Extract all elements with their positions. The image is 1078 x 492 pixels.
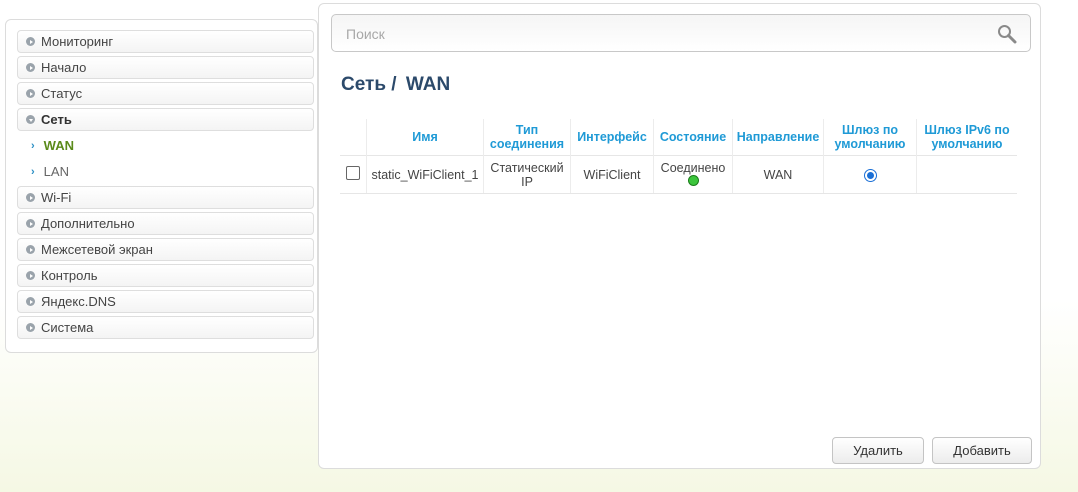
header-direction: Направление — [732, 119, 824, 156]
main-panel: Сеть / WAN Имя Тип соединения Интерфейс … — [318, 3, 1041, 469]
sidebar-item-yandex-dns[interactable]: Яндекс.DNS — [17, 290, 314, 313]
chevron-right-icon — [26, 63, 35, 72]
sidebar-menu: Мониторинг Начало Статус Сеть › WAN › LAN … — [17, 30, 314, 342]
sidebar-item-status[interactable]: Статус — [17, 82, 314, 105]
sidebar-item-label: Wi-Fi — [41, 190, 72, 205]
header-default-gw6: Шлюз IPv6 по умолчанию — [916, 119, 1017, 156]
chevron-right-icon — [26, 219, 35, 228]
chevron-right-icon — [26, 193, 35, 202]
search-icon[interactable] — [996, 23, 1018, 45]
chevron-right-icon — [26, 323, 35, 332]
search-box — [331, 14, 1031, 53]
chevron-right-icon — [26, 245, 35, 254]
chevron-right-icon — [26, 37, 35, 46]
delete-button[interactable]: Удалить — [832, 437, 924, 464]
row-default-gw-cell — [823, 155, 917, 194]
sidebar-item-start[interactable]: Начало — [17, 56, 314, 79]
row-default-gw6-cell — [916, 155, 1017, 194]
chevron-down-icon — [26, 115, 35, 124]
chevron-right-icon: › — [31, 139, 35, 152]
row-state: Соединено — [660, 160, 726, 175]
sidebar-item-label: WAN — [43, 138, 75, 153]
row-direction: WAN — [732, 155, 824, 194]
sidebar-item-control[interactable]: Контроль — [17, 264, 314, 287]
header-interface: Интерфейс — [570, 119, 654, 156]
chevron-right-icon — [26, 297, 35, 306]
page-title: Сеть / WAN — [341, 74, 450, 96]
chevron-right-icon — [26, 89, 35, 98]
row-checkbox[interactable] — [346, 166, 360, 180]
search-input[interactable] — [332, 15, 998, 53]
sidebar-item-advanced[interactable]: Дополнительно — [17, 212, 314, 235]
breadcrumb-wan: WAN — [405, 74, 451, 95]
sidebar-item-label: Дополнительно — [41, 216, 135, 231]
sidebar-item-system[interactable]: Система — [17, 316, 314, 339]
sidebar-item-label: Система — [41, 320, 94, 335]
sidebar-item-label: Мониторинг — [41, 34, 114, 49]
sidebar-item-label: Межсетевой экран — [41, 242, 153, 257]
sidebar-item-firewall[interactable]: Межсетевой экран — [17, 238, 314, 261]
sidebar-item-label: LAN — [43, 164, 69, 179]
sidebar-item-label: Сеть — [41, 112, 72, 127]
header-default-gw: Шлюз по умолчанию — [823, 119, 917, 156]
header-type: Тип соединения — [483, 119, 571, 156]
chevron-right-icon: › — [31, 165, 35, 178]
row-type: Статический IP — [483, 155, 571, 194]
sidebar-item-network[interactable]: Сеть — [17, 108, 314, 131]
sidebar-item-label: Статус — [41, 86, 83, 101]
sidebar-item-wifi[interactable]: Wi-Fi — [17, 186, 314, 209]
sidebar: Мониторинг Начало Статус Сеть › WAN › LAN … — [5, 19, 318, 353]
status-connected-icon — [687, 174, 699, 186]
default-gw-radio[interactable] — [863, 168, 877, 182]
row-select-cell — [340, 155, 367, 194]
breadcrumb-network: Сеть / — [341, 74, 397, 95]
row-name[interactable]: static_WiFiClient_1 — [366, 155, 484, 194]
row-interface: WiFiClient — [570, 155, 654, 194]
wan-connections-table: Имя Тип соединения Интерфейс Состояние Н… — [340, 119, 1017, 194]
sidebar-item-label: Начало — [41, 60, 87, 75]
chevron-right-icon — [26, 271, 35, 280]
table-header-row: Имя Тип соединения Интерфейс Состояние Н… — [340, 119, 1017, 156]
sidebar-item-monitoring[interactable]: Мониторинг — [17, 30, 314, 53]
sidebar-subitem-wan[interactable]: › WAN — [17, 134, 314, 157]
table-row[interactable]: static_WiFiClient_1 Статический IP WiFiC… — [340, 155, 1017, 194]
sidebar-subitem-lan[interactable]: › LAN — [17, 160, 314, 183]
header-state: Состояние — [653, 119, 733, 156]
header-name: Имя — [366, 119, 484, 156]
sidebar-item-label: Яндекс.DNS — [41, 294, 116, 309]
add-button[interactable]: Добавить — [932, 437, 1032, 464]
row-state-cell: Соединено — [653, 155, 733, 194]
header-select — [340, 119, 367, 156]
sidebar-item-label: Контроль — [41, 268, 98, 283]
